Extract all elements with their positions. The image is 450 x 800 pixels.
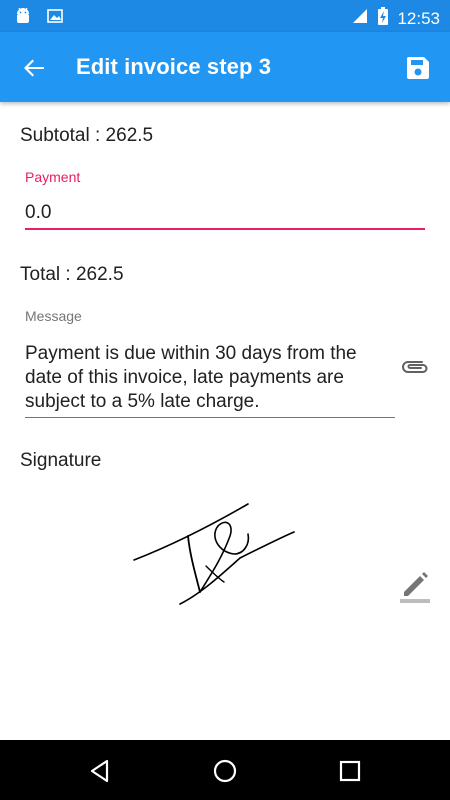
back-triangle-icon xyxy=(90,759,109,783)
android-icon xyxy=(14,7,32,30)
message-label: Message xyxy=(25,308,82,324)
home-circle-icon xyxy=(213,759,237,783)
status-time: 12:53 xyxy=(397,8,440,28)
payment-input[interactable]: 0.0 xyxy=(25,200,425,230)
image-icon xyxy=(46,7,64,30)
edit-signature-button[interactable] xyxy=(398,568,432,604)
total-text: Total : 262.5 xyxy=(20,264,124,285)
recents-square-icon xyxy=(339,760,361,782)
signal-icon xyxy=(351,7,369,30)
app-bar: Edit invoice step 3 xyxy=(0,32,450,102)
nav-back-button[interactable] xyxy=(87,758,113,784)
battery-charging-icon xyxy=(377,6,389,31)
nav-recents-button[interactable] xyxy=(337,758,363,784)
save-icon xyxy=(406,57,429,79)
signature-image xyxy=(133,503,295,605)
pencil-icon xyxy=(400,572,430,603)
page-title: Edit invoice step 3 xyxy=(76,54,272,79)
paperclip-icon xyxy=(402,361,428,373)
nav-home-button[interactable] xyxy=(212,758,238,784)
payment-label: Payment xyxy=(25,169,81,185)
message-input[interactable]: Payment is due within 30 days from the d… xyxy=(25,342,395,418)
navigation-bar xyxy=(0,740,450,800)
status-bar: 12:53 xyxy=(0,0,450,32)
subtotal-text: Subtotal : 262.5 xyxy=(20,125,154,146)
invoice-form: Subtotal : 262.5 Payment 0.0 Total : 262… xyxy=(0,102,450,740)
back-button[interactable] xyxy=(18,52,50,84)
attach-button[interactable] xyxy=(400,356,430,378)
save-button[interactable] xyxy=(402,52,434,84)
signature-label: Signature xyxy=(20,450,102,471)
arrow-back-icon xyxy=(24,59,44,77)
